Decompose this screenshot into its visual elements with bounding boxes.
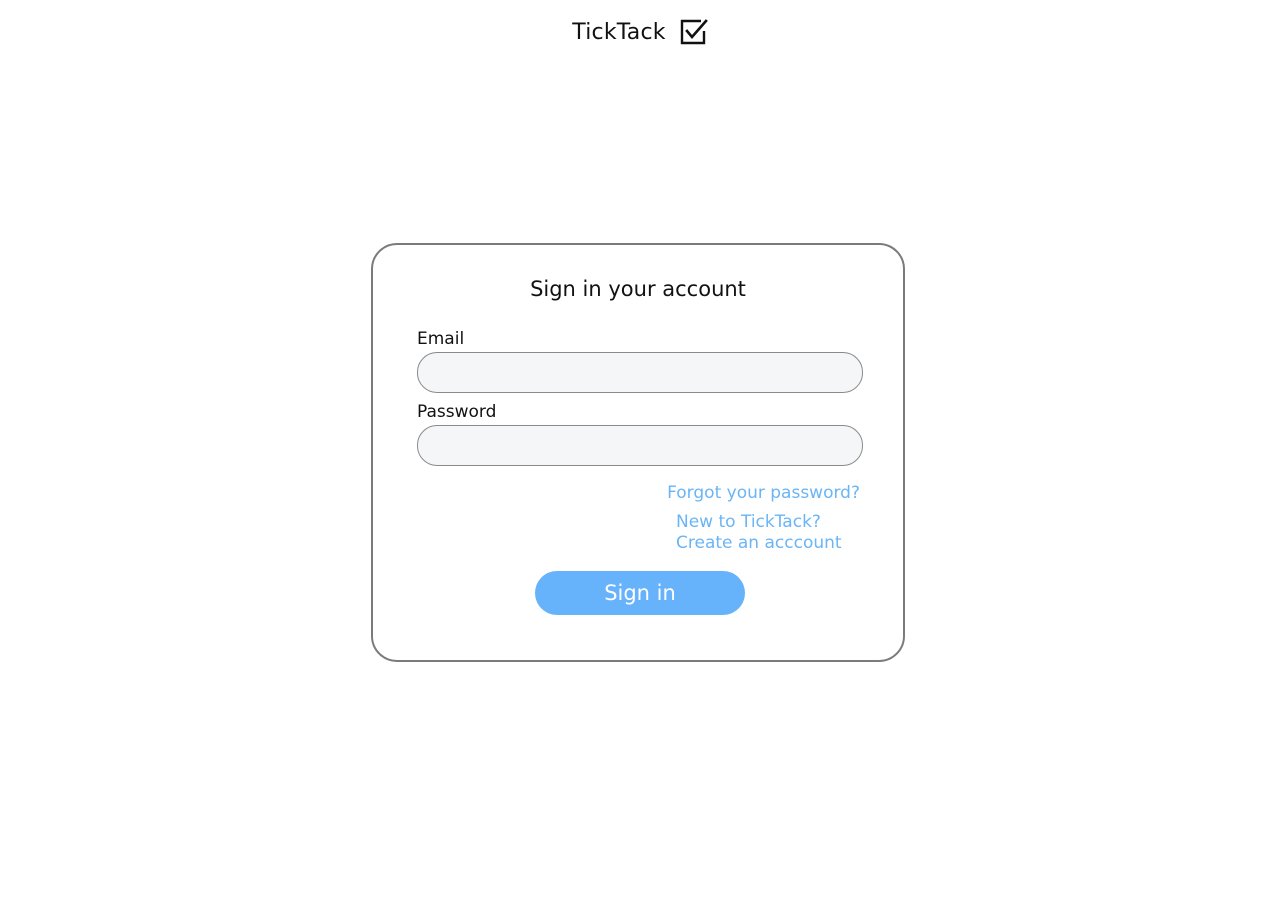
signin-button[interactable]: Sign in [535, 571, 745, 615]
password-label: Password [417, 402, 497, 422]
brand: TickTack [572, 19, 708, 45]
brand-name: TickTack [572, 19, 666, 45]
password-input[interactable] [417, 425, 863, 466]
email-input[interactable] [417, 352, 863, 393]
app-header: TickTack [0, 14, 1280, 50]
create-account-link[interactable]: Create an acccount [676, 533, 842, 554]
signin-title: Sign in your account [530, 277, 746, 301]
signin-card: Sign in your account Email Password Forg… [371, 243, 905, 662]
email-label: Email [417, 329, 465, 349]
forgot-password-link[interactable]: Forgot your password? [667, 483, 860, 504]
checkbox-checked-icon [680, 19, 708, 45]
new-user-text: New to TickTack? [676, 512, 821, 532]
